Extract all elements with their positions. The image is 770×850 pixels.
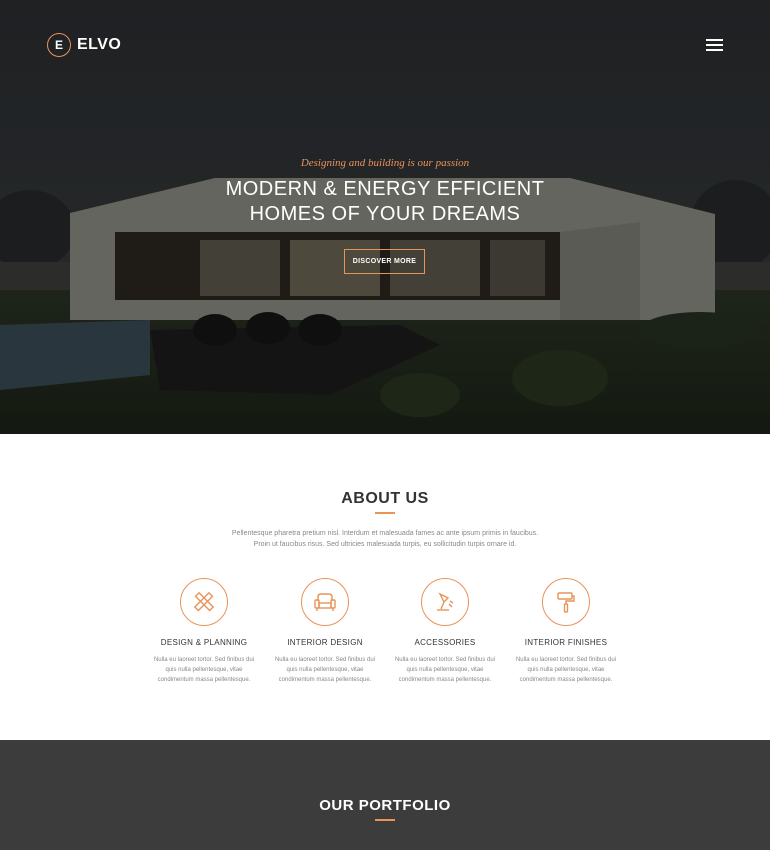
- about-title: ABOUT US: [341, 490, 429, 507]
- hero-headline-line-1: MODERN & ENERGY EFFICIENT: [225, 178, 545, 200]
- hero-section: E ELVO Designing and building is our pas…: [0, 0, 770, 434]
- portfolio-title: OUR PORTFOLIO: [319, 797, 451, 814]
- feature-title: ACCESSORIES: [414, 638, 476, 647]
- portfolio-title-underline: [375, 819, 395, 821]
- desk-lamp-icon: [421, 578, 469, 626]
- paint-roller-icon: [542, 578, 590, 626]
- feature-interior-design: INTERIOR DESIGN Nulla eu laoreet tortor.…: [270, 578, 380, 685]
- brand-logo[interactable]: E ELVO: [47, 33, 121, 57]
- about-title-underline: [375, 512, 395, 514]
- logo-mark: E: [47, 33, 71, 57]
- armchair-icon: [301, 578, 349, 626]
- discover-more-button[interactable]: DISCOVER MORE: [344, 249, 425, 274]
- feature-text: Nulla eu laoreet tortor. Sed finibus dui…: [394, 657, 496, 683]
- feature-text: Nulla eu laoreet tortor. Sed finibus dui…: [153, 657, 255, 683]
- hero-headline: MODERN & ENERGY EFFICIENT HOMES OF YOUR …: [0, 177, 770, 227]
- feature-design-planning: DESIGN & PLANNING Nulla eu laoreet torto…: [149, 578, 259, 685]
- hamburger-icon[interactable]: [706, 39, 723, 51]
- about-intro: Pellentesque pharetra pretium nisl. Inte…: [231, 530, 539, 548]
- pencil-ruler-icon: [180, 578, 228, 626]
- feature-text: Nulla eu laoreet tortor. Sed finibus dui…: [515, 657, 617, 683]
- feature-accessories: ACCESSORIES Nulla eu laoreet tortor. Sed…: [390, 578, 500, 685]
- feature-interior-finishes: INTERIOR FINISHES Nulla eu laoreet torto…: [511, 578, 621, 685]
- portfolio-section: OUR PORTFOLIO: [0, 740, 770, 850]
- feature-text: Nulla eu laoreet tortor. Sed finibus dui…: [274, 657, 376, 683]
- feature-title: INTERIOR FINISHES: [524, 638, 608, 647]
- feature-title: INTERIOR DESIGN: [287, 638, 363, 647]
- feature-title: DESIGN & PLANNING: [160, 638, 248, 647]
- hero-headline-line-2: HOMES OF YOUR DREAMS: [249, 203, 521, 225]
- brand-name: ELVO: [77, 36, 122, 53]
- hero-tagline: Designing and building is our passion: [300, 157, 470, 169]
